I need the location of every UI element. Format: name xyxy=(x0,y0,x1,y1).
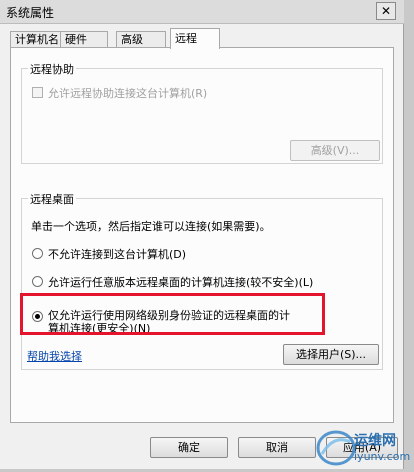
remote-desktop-label: 远程桌面 xyxy=(28,191,76,207)
tab-advanced[interactable]: 高级 xyxy=(116,31,166,48)
radio-deny-connections[interactable] xyxy=(32,248,43,259)
remote-assistance-checkbox[interactable] xyxy=(32,87,43,98)
tab-remote[interactable]: 远程 xyxy=(170,28,220,49)
tab-computer-name[interactable]: 计算机名 xyxy=(10,31,61,48)
window-title: 系统属性 xyxy=(6,6,55,20)
radio-allow-any-version[interactable] xyxy=(32,276,43,287)
close-button[interactable]: ✕ xyxy=(376,2,396,20)
watermark-logo: 运维网 iyunv.com xyxy=(314,424,414,469)
ok-button[interactable]: 确定 xyxy=(150,437,228,458)
remote-assistance-checkbox-label: 允许远程协助连接这台计算机(R) xyxy=(48,87,208,100)
watermark-text: 运维网 xyxy=(354,433,396,449)
remote-assistance-group: 远程协助 允许远程协助连接这台计算机(R) 高级(V)... xyxy=(21,61,383,164)
radio-allow-any-version-label: 允许运行任意版本远程桌面的计算机连接(较不安全)(L) xyxy=(48,276,314,289)
system-properties-window: 系统属性 ✕ 计算机名 硬件 高级 远程 远程协助 允许远程协助连接这台计算机(… xyxy=(0,0,404,469)
red-annotation-box xyxy=(20,293,325,335)
remote-desktop-instruction: 单击一个选项，然后指定谁可以连接(如果需要)。 xyxy=(31,220,271,233)
remote-assistance-label: 远程协助 xyxy=(28,61,76,77)
radio-deny-connections-label: 不允许连接到这台计算机(D) xyxy=(48,248,187,261)
select-users-button[interactable]: 选择用户(S)... xyxy=(283,344,379,365)
help-me-choose-link[interactable]: 帮助我选择 xyxy=(27,348,82,364)
remote-tab-panel: 远程协助 允许远程协助连接这台计算机(R) 高级(V)... 远程桌面 单击一个… xyxy=(10,47,394,423)
tab-hardware[interactable]: 硬件 xyxy=(60,31,108,48)
watermark-url: iyunv.com xyxy=(354,450,411,463)
advanced-button[interactable]: 高级(V)... xyxy=(290,140,380,161)
title-bar: 系统属性 ✕ xyxy=(0,0,404,24)
cancel-button[interactable]: 取消 xyxy=(238,437,316,458)
